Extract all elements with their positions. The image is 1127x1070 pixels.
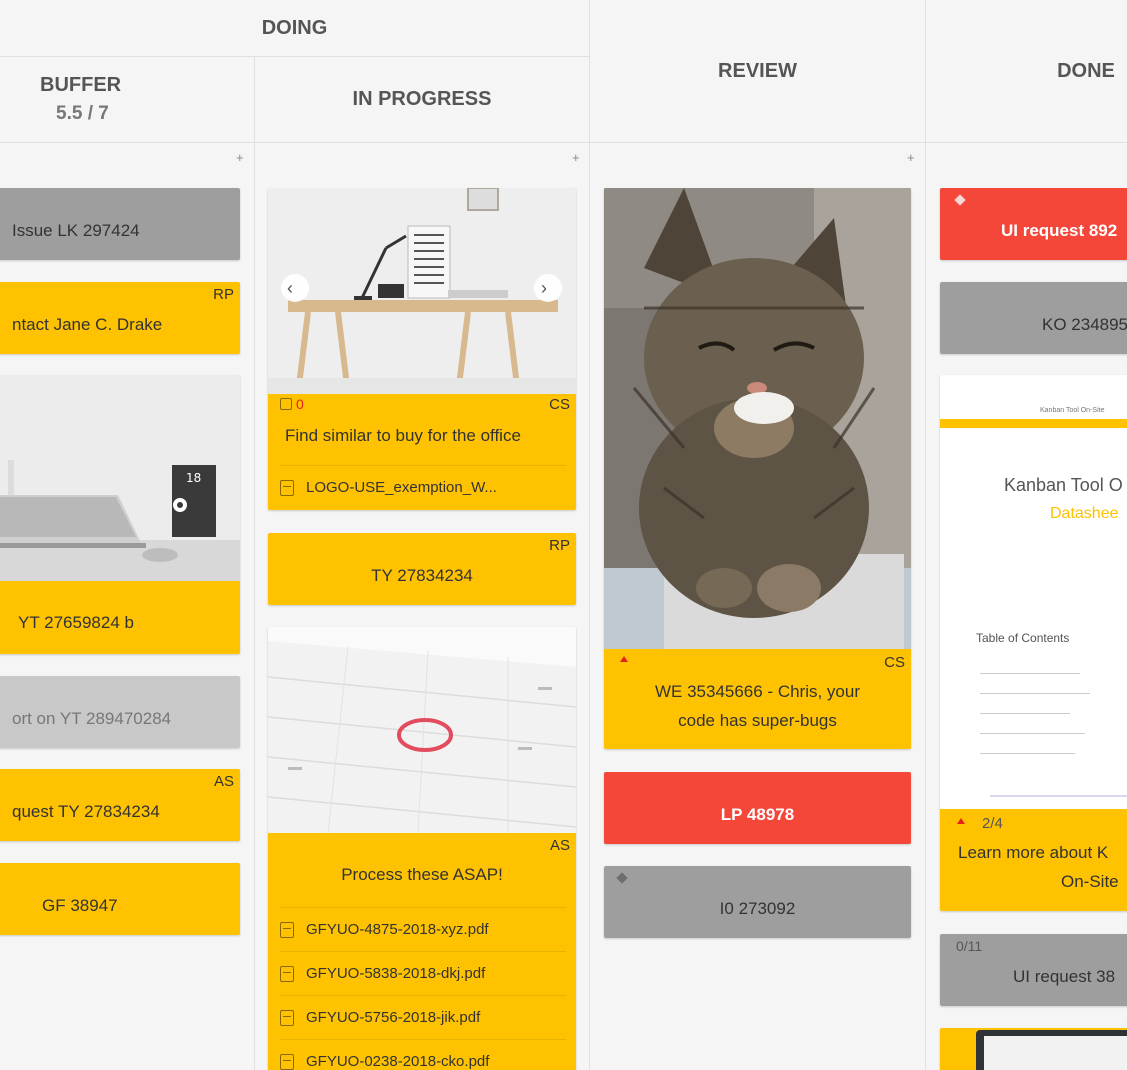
card[interactable]: UI request 892 — [940, 188, 1127, 260]
add-card-button[interactable]: + — [236, 150, 244, 165]
review-header[interactable]: REVIEW — [590, 0, 925, 142]
card-title: ort on YT 289470284 — [12, 709, 172, 728]
attachment[interactable]: GFYUO-0238-2018-cko.pdf — [280, 1039, 566, 1070]
pdf-file-icon — [280, 1053, 294, 1070]
card[interactable]: ‹ › 0 CS Find similar to buy for the off… — [268, 188, 576, 510]
column-divider — [589, 0, 590, 1070]
card-image — [604, 188, 911, 649]
done-title: DONE — [1057, 59, 1115, 82]
header-divider — [0, 142, 1127, 143]
doc-header: Kanban Tool On-Site — [1040, 407, 1105, 414]
attachment-name: GFYUO-5838-2018-dkj.pdf — [306, 965, 486, 982]
file-icon — [280, 479, 294, 496]
card[interactable]: I0 273092 — [604, 866, 911, 938]
calendar-icon — [280, 398, 292, 410]
card-title-line2: On-Site — [1061, 872, 1119, 891]
card[interactable]: CS WE 35345666 - Chris, your code has su… — [604, 188, 911, 749]
doc-bar — [940, 419, 1127, 428]
card-image — [268, 627, 576, 834]
add-card-button[interactable]: + — [572, 150, 580, 165]
card-title: LP 48978 — [720, 805, 795, 824]
card[interactable]: AS quest TY 27834234 — [0, 769, 240, 841]
assignee-tag: AS — [549, 837, 570, 854]
column-divider — [254, 56, 255, 1070]
in-progress-header[interactable]: IN PROGRESS — [255, 57, 589, 142]
doing-title: DOING — [261, 16, 328, 39]
attachment-name: LOGO-USE_exemption_W... — [306, 479, 497, 496]
card-title-line2: code has super-bugs — [678, 711, 837, 730]
column-divider — [925, 0, 926, 1070]
assignee-tag: AS — [213, 773, 234, 790]
card-title: TY 27834234 — [371, 566, 473, 585]
pdf-file-icon — [280, 965, 294, 982]
calendar-number: 18 — [186, 471, 201, 485]
attachment[interactable]: LOGO-USE_exemption_W... — [280, 465, 566, 509]
priority-high-icon — [620, 656, 628, 662]
card[interactable]: 18 YT 27659824 b — [0, 375, 240, 654]
card[interactable]: AS Process these ASAP! GFYUO-4875-2018-x… — [268, 627, 576, 1070]
carousel-next-icon[interactable]: › — [541, 278, 547, 299]
card[interactable]: 0/11 UI request 38 — [940, 934, 1127, 1006]
review-title: REVIEW — [718, 59, 797, 82]
doc-title: Kanban Tool O — [1004, 475, 1123, 495]
card-title: UI request 38 — [1013, 967, 1116, 986]
buffer-wip-limit: 5.5 / 7 — [56, 103, 109, 124]
assignee-tag: RP — [213, 286, 234, 303]
checklist-progress: 2/4 — [982, 815, 1003, 832]
card-image: 18 — [0, 375, 240, 581]
buffer-title: BUFFER — [40, 74, 122, 96]
kanban-board: DOING BUFFER 5.5 / 7 IN PROGRESS REVIEW … — [0, 0, 1127, 1070]
card[interactable]: RP ntact Jane C. Drake — [0, 282, 240, 354]
card-title: YT 27659824 b — [18, 613, 134, 632]
card[interactable]: Issue LK 297424 — [0, 188, 240, 260]
card[interactable]: ort on YT 289470284 — [0, 676, 240, 748]
card-title: UI request 892 — [1001, 221, 1118, 240]
card[interactable]: LP 48978 — [604, 772, 911, 844]
doing-header[interactable]: DOING — [0, 0, 589, 56]
card-title: quest TY 27834234 — [12, 802, 160, 821]
in-progress-title: IN PROGRESS — [352, 88, 492, 110]
card-title: Issue LK 297424 — [12, 221, 140, 240]
add-card-button[interactable]: + — [907, 150, 915, 165]
card[interactable]: RP TY 27834234 — [268, 533, 576, 605]
doc-toc: Table of Contents — [976, 631, 1070, 645]
card[interactable]: GF 38947 — [0, 863, 240, 935]
done-header[interactable]: DONE — [926, 0, 1127, 142]
tag-icon — [954, 194, 966, 206]
card-title: Process these ASAP! — [341, 865, 503, 884]
assignee-tag: RP — [549, 537, 570, 554]
due-days: 0 — [296, 396, 304, 412]
assignee-tag: CS — [884, 654, 905, 671]
pdf-file-icon — [280, 1009, 294, 1026]
attachment-name: GFYUO-5756-2018-jik.pdf — [306, 1009, 481, 1026]
card[interactable]: KO 234895 — [940, 282, 1127, 354]
doc-subtitle: Datashee — [1050, 505, 1119, 522]
document-preview: Kanban Tool On-Site Kanban Tool O Datash… — [940, 375, 1127, 809]
assignee-tag: CS — [549, 396, 570, 413]
attachment[interactable]: GFYUO-5838-2018-dkj.pdf — [280, 951, 566, 995]
tag-icon — [616, 872, 628, 884]
attachment[interactable]: GFYUO-5756-2018-jik.pdf — [280, 995, 566, 1039]
card-title: ntact Jane C. Drake — [12, 315, 163, 334]
card-title: KO 234895 — [1042, 315, 1127, 334]
card-title: Find similar to buy for the office — [285, 426, 521, 445]
card[interactable]: Kanban Tool On-Site Kanban Tool O Datash… — [940, 375, 1127, 911]
card-title: GF 38947 — [42, 896, 118, 915]
card[interactable] — [940, 1028, 1127, 1070]
checklist-progress: 0/11 — [956, 938, 983, 954]
card-title-line1: Learn more about K — [958, 843, 1109, 862]
card-image — [976, 1030, 1127, 1070]
attachment-name: GFYUO-4875-2018-xyz.pdf — [306, 921, 489, 938]
card-title: I0 273092 — [719, 899, 796, 918]
pdf-file-icon — [280, 921, 294, 938]
priority-high-icon — [957, 818, 965, 824]
card-image — [268, 188, 576, 395]
attachment[interactable]: GFYUO-4875-2018-xyz.pdf — [280, 907, 566, 951]
card-title-line1: WE 35345666 - Chris, your — [654, 682, 861, 701]
attachment-name: GFYUO-0238-2018-cko.pdf — [306, 1053, 490, 1070]
carousel-prev-icon[interactable]: ‹ — [287, 278, 293, 299]
buffer-header[interactable]: BUFFER 5.5 / 7 — [0, 57, 254, 142]
